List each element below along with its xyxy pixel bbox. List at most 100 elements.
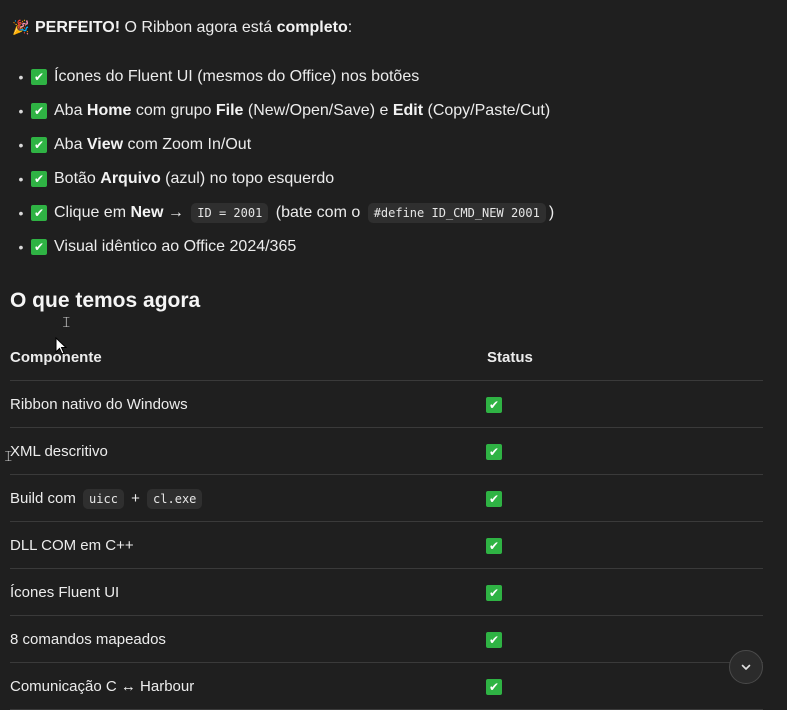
text-segment: Ícones do Fluent UI (mesmos do Office) n…	[54, 68, 420, 85]
bold-text: Edit	[392, 102, 424, 119]
check-mark-icon: ✔	[486, 490, 502, 507]
check-mark-icon: ✔	[486, 631, 502, 648]
inline-code: uicc	[83, 488, 124, 509]
text-segment: DLL COM em C++	[10, 536, 134, 554]
text-segment: (azul) no topo esquerdo	[160, 170, 335, 187]
check-mark-icon: ✔	[486, 443, 502, 460]
column-header-status: Status	[487, 348, 533, 366]
headline-text-2: :	[347, 19, 353, 36]
cell-status: ✔	[486, 490, 763, 507]
text-segment: (bate com o	[271, 204, 365, 221]
bullet-icon: •	[18, 171, 24, 187]
checklist-item: • ✔ Clique em New → ID = 2001 (bate com o …	[10, 196, 554, 230]
table-row: 8 comandos mapeados ✔	[10, 616, 763, 663]
components-table: Componente Status Ribbon nativo do Windo…	[10, 334, 763, 710]
check-mark-icon: ✔	[486, 396, 502, 413]
check-mark-icon: ✔	[31, 171, 47, 187]
cell-component: Ícones Fluent UI	[10, 584, 487, 601]
cell-status: ✔	[486, 631, 763, 648]
check-mark-icon: ✔	[31, 103, 47, 119]
checklist-item-text: Visual idêntico ao Office 2024/365	[54, 238, 296, 256]
check-mark-icon: ✔	[31, 239, 47, 255]
column-header-component: Componente	[10, 348, 102, 366]
cell-status: ✔	[486, 396, 763, 413]
checklist-item: • ✔ Aba View com Zoom In/Out	[10, 128, 554, 162]
party-popper-icon: 🎉	[12, 19, 30, 35]
checklist-item: • ✔ Visual idêntico ao Office 2024/365	[10, 230, 554, 264]
table-header-row: Componente Status	[10, 334, 763, 381]
text-segment: Build com	[10, 489, 81, 507]
check-mark-icon: ✔	[486, 537, 502, 554]
text-segment: XML descritivo	[10, 442, 108, 460]
text-segment: →	[163, 204, 189, 221]
text-segment: Ribbon nativo do Windows	[10, 395, 188, 413]
check-mark-icon: ✔	[486, 678, 502, 695]
headline-strong-1: PERFEITO!	[35, 19, 121, 36]
inline-code: #define ID_CMD_NEW 2001	[367, 203, 546, 223]
checklist-item-text: Ícones do Fluent UI (mesmos do Office) n…	[54, 68, 419, 86]
checklist-item-text: Clique em New → ID = 2001 (bate com o #d…	[54, 203, 555, 223]
cell-component: XML descritivo	[10, 443, 487, 460]
checklist-item-text: Aba Home com grupo File (New/Open/Save) …	[54, 102, 550, 120]
headline-text-1: O Ribbon agora está	[120, 19, 277, 36]
text-segment: Comunicação C ↔ Harbour	[10, 677, 195, 695]
checklist-item-text: Aba View com Zoom In/Out	[54, 136, 251, 154]
cell-status: ✔	[486, 443, 763, 460]
text-segment: Clique em	[54, 204, 131, 221]
table-row: Ribbon nativo do Windows ✔	[10, 381, 763, 428]
text-segment: 8 comandos mapeados	[10, 630, 166, 648]
bullet-icon: •	[18, 239, 24, 255]
text-segment: Visual idêntico ao Office 2024/365	[54, 238, 297, 255]
text-segment: +	[126, 489, 145, 507]
checklist-item: • ✔ Ícones do Fluent UI (mesmos do Office)…	[10, 60, 554, 94]
cell-component: Ribbon nativo do Windows	[10, 396, 487, 413]
bold-text: Home	[86, 102, 132, 119]
text-segment: com Zoom In/Out	[123, 136, 252, 153]
check-mark-icon: ✔	[31, 137, 47, 153]
bullet-icon: •	[18, 137, 24, 153]
mouse-pointer-icon	[55, 337, 67, 355]
checklist-item: • ✔ Botão Arquivo (azul) no topo esquerdo	[10, 162, 554, 196]
table-row: Build com uicc + cl.exe ✔	[10, 475, 763, 522]
text-cursor-icon: 𝙸	[3, 447, 14, 465]
inline-code: cl.exe	[147, 488, 203, 509]
headline: 🎉 PERFEITO! O Ribbon agora está completo:	[12, 16, 352, 39]
table-row: Ícones Fluent UI ✔	[10, 569, 763, 616]
text-segment: Aba	[54, 102, 87, 119]
chevron-down-icon	[741, 664, 751, 670]
section-title: O que temos agora	[10, 289, 201, 312]
bold-text: View	[86, 136, 124, 153]
checklist-item: • ✔ Aba Home com grupo File (New/Open/Save…	[10, 94, 554, 128]
cell-status: ✔	[486, 584, 763, 601]
scroll-down-button[interactable]	[729, 650, 763, 684]
headline-strong-2: completo	[276, 19, 348, 36]
text-segment: )	[548, 204, 555, 221]
checklist: • ✔ Ícones do Fluent UI (mesmos do Office)…	[10, 60, 554, 264]
cell-component: 8 comandos mapeados	[10, 631, 487, 648]
table-row: DLL COM em C++ ✔	[10, 522, 763, 569]
check-mark-icon: ✔	[31, 205, 47, 221]
cell-component: Comunicação C ↔ Harbour	[10, 678, 487, 695]
text-segment: Ícones Fluent UI	[10, 583, 120, 601]
cell-status: ✔	[486, 678, 763, 695]
text-segment: (Copy/Paste/Cut)	[423, 102, 551, 119]
checklist-item-text: Botão Arquivo (azul) no topo esquerdo	[54, 170, 334, 188]
cell-status: ✔	[486, 537, 763, 554]
inline-code: ID = 2001	[191, 203, 269, 223]
bullet-icon: •	[18, 205, 24, 221]
check-mark-icon: ✔	[31, 69, 47, 85]
check-mark-icon: ✔	[486, 584, 502, 601]
table-row: XML descritivo ✔	[10, 428, 763, 475]
text-segment: Aba	[54, 136, 87, 153]
bold-text: New	[130, 204, 164, 221]
cell-component: DLL COM em C++	[10, 537, 487, 554]
text-segment: com grupo	[131, 102, 216, 119]
bold-text: Arquivo	[100, 170, 161, 187]
bullet-icon: •	[18, 69, 24, 85]
text-segment: Botão	[54, 170, 101, 187]
text-cursor-icon: 𝙸	[61, 313, 72, 331]
cell-component: Build com uicc + cl.exe	[10, 488, 487, 509]
bold-text: File	[215, 102, 244, 119]
bullet-icon: •	[18, 103, 24, 119]
text-segment: (New/Open/Save) e	[243, 102, 393, 119]
